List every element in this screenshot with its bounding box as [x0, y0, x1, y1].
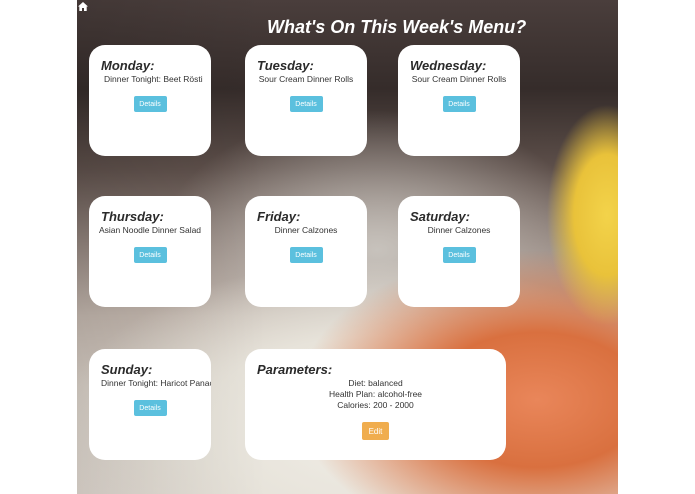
day-heading: Saturday:: [410, 209, 470, 224]
details-button[interactable]: Details: [133, 96, 167, 112]
page-title: What's On This Week's Menu?: [267, 17, 527, 37]
edit-button[interactable]: Edit: [362, 422, 389, 440]
day-card-monday: Monday: Dinner Tonight: Beet Rösti Detai…: [89, 45, 211, 156]
calories-value: Calories: 200 - 2000: [337, 400, 414, 410]
day-card-tuesday: Tuesday: Sour Cream Dinner Rolls Details: [245, 45, 367, 156]
details-button[interactable]: Details: [133, 400, 167, 416]
dish-name: Sour Cream Dinner Rolls: [258, 74, 354, 84]
details-button[interactable]: Details: [442, 247, 476, 263]
day-heading: Monday:: [101, 58, 155, 73]
day-card-thursday: Thursday: Asian Noodle Dinner Salad Deta…: [89, 196, 211, 307]
details-button[interactable]: Details: [289, 247, 323, 263]
health-plan-value: Health Plan: alcohol-free: [328, 389, 423, 399]
day-heading: Wednesday:: [410, 58, 487, 73]
parameters-heading: Parameters:: [257, 362, 333, 377]
dish-name: Dinner Calzones: [274, 225, 338, 235]
dish-name: Dinner Calzones: [427, 225, 491, 235]
day-card-sunday: Sunday: Dinner Tonight: Haricot Panache …: [89, 349, 211, 460]
details-button[interactable]: Details: [442, 96, 476, 112]
day-heading: Tuesday:: [257, 58, 314, 73]
home-icon[interactable]: [78, 2, 88, 11]
day-heading: Thursday:: [101, 209, 164, 224]
dish-name: Dinner Tonight: Beet Rösti: [104, 74, 203, 84]
parameters-card: Parameters: Diet: balanced Health Plan: …: [245, 349, 506, 460]
dish-name: Asian Noodle Dinner Salad: [98, 225, 202, 235]
day-heading: Friday:: [257, 209, 301, 224]
day-card-friday: Friday: Dinner Calzones Details: [245, 196, 367, 307]
dish-name: Sour Cream Dinner Rolls: [411, 74, 507, 84]
diet-value: Diet: balanced: [348, 378, 403, 388]
details-button[interactable]: Details: [289, 96, 323, 112]
dish-name: Dinner Tonight: Haricot Panache: [101, 378, 211, 388]
day-card-saturday: Saturday: Dinner Calzones Details: [398, 196, 520, 307]
day-heading: Sunday:: [101, 362, 153, 377]
day-card-wednesday: Wednesday: Sour Cream Dinner Rolls Detai…: [398, 45, 520, 156]
details-button[interactable]: Details: [133, 247, 167, 263]
